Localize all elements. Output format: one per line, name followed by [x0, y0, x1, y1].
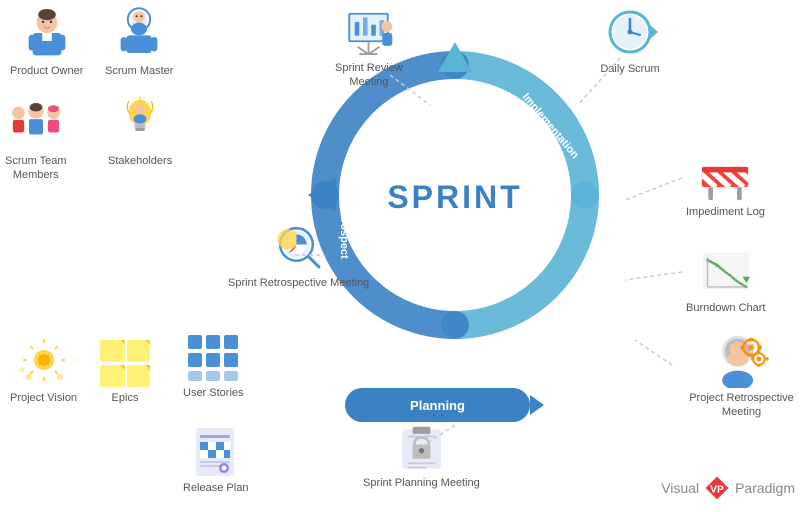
project-retrospective-meeting: Project Retrospective Meeting	[672, 330, 811, 420]
scrum-master-icon	[111, 5, 167, 61]
burndown-chart: Burndown Chart	[686, 248, 766, 315]
sprint-review-meeting: Sprint Review Meeting	[335, 8, 403, 90]
daily-scrum: Daily Scrum	[600, 5, 660, 76]
role-scrum-team: Scrum Team Members	[5, 95, 67, 183]
epics-icon	[95, 335, 155, 389]
sprint-planning-meeting: Sprint Planning Meeting	[363, 425, 480, 490]
role-product-owner: Product Owner	[10, 5, 83, 78]
stakeholders-icon	[112, 95, 168, 151]
role-stakeholders: Stakeholders	[108, 95, 172, 168]
burndown-chart-label: Burndown Chart	[686, 301, 766, 315]
planning-label: Planning	[410, 398, 465, 413]
stakeholders-label: Stakeholders	[108, 154, 172, 168]
watermark: Visual VP Paradigm	[661, 474, 795, 502]
project-retrospective-icon	[709, 330, 774, 388]
impediment-log-label: Impediment Log	[686, 205, 765, 219]
impediment-log: Impediment Log	[686, 152, 765, 219]
impediment-log-icon	[696, 152, 754, 202]
sprint-retrospective-label: Sprint Retrospective Meeting	[228, 276, 369, 290]
daily-scrum-icon	[600, 5, 660, 59]
user-stories-label: User Stories	[183, 387, 244, 399]
watermark-brand: Paradigm	[735, 480, 795, 496]
project-retrospective-label: Project Retrospective Meeting	[672, 391, 811, 420]
sprint-planning-icon	[394, 425, 449, 473]
vp-diamond-icon: VP	[703, 474, 731, 502]
user-stories-icon	[183, 330, 243, 384]
daily-scrum-label: Daily Scrum	[600, 62, 659, 76]
burndown-chart-icon	[697, 248, 755, 298]
product-owner-label: Product Owner	[10, 64, 83, 78]
product-owner-icon	[19, 5, 75, 61]
role-scrum-master: Scrum Master	[105, 5, 173, 78]
planning-arrow: Planning	[345, 388, 530, 422]
svg-text:VP: VP	[710, 485, 724, 496]
scrum-team-icon	[8, 95, 64, 151]
svg-text:SPRINT: SPRINT	[387, 179, 522, 215]
sprint-retrospective-icon	[266, 218, 331, 273]
sprint-review-label: Sprint Review Meeting	[335, 61, 403, 90]
release-plan-label: Release Plan	[183, 482, 248, 494]
project-vision-label: Project Vision	[10, 392, 77, 404]
artifact-release-plan: Release Plan	[183, 425, 248, 494]
scrum-master-label: Scrum Master	[105, 64, 173, 78]
artifact-epics: Epics	[95, 335, 155, 404]
epics-label: Epics	[112, 392, 139, 404]
release-plan-icon	[186, 425, 246, 479]
project-vision-icon	[14, 335, 74, 389]
watermark-visual: Visual	[661, 480, 699, 496]
scrum-team-label: Scrum Team Members	[5, 154, 67, 183]
sprint-retrospective-meeting: Sprint Retrospective Meeting	[228, 218, 369, 290]
artifact-user-stories: User Stories	[183, 330, 244, 399]
artifact-project-vision: Project Vision	[10, 335, 77, 404]
sprint-review-icon	[341, 8, 396, 58]
sprint-planning-label: Sprint Planning Meeting	[363, 476, 480, 490]
